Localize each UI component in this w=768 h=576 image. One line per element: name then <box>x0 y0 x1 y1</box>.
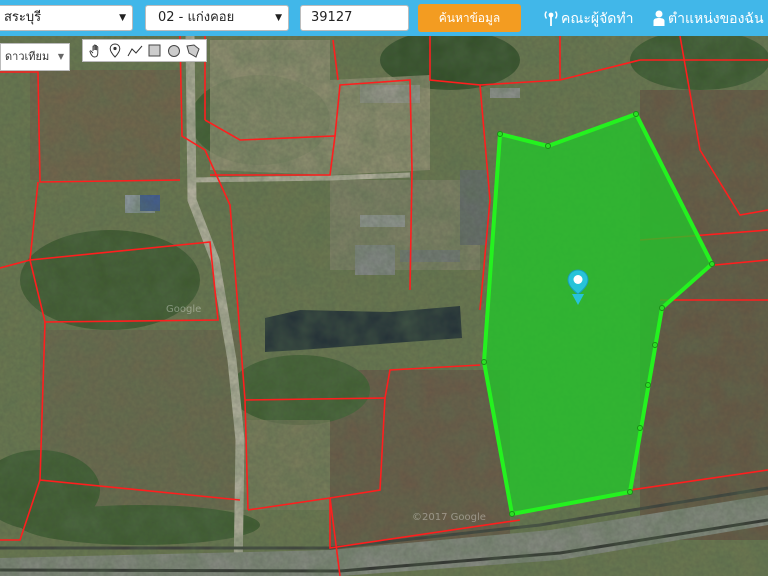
deed-number-input[interactable]: 39127 <box>300 5 409 31</box>
polyline-icon[interactable] <box>127 43 143 59</box>
map-watermark: Google <box>166 304 202 315</box>
app-root: Google ©2017 Google สระบุรี ▼ 02 - แก่งค… <box>0 0 768 576</box>
antenna-icon <box>544 11 558 26</box>
province-select-value: สระบุรี <box>4 10 42 25</box>
developers-link[interactable]: คณะผู้จัดทำ <box>544 8 633 30</box>
province-select[interactable]: สระบุรี ▼ <box>0 5 133 31</box>
deed-number-value: 39127 <box>311 10 353 25</box>
search-button-label: ค้นหาข้อมูล <box>438 11 501 25</box>
developers-link-label: คณะผู้จัดทำ <box>561 11 634 27</box>
search-button[interactable]: ค้นหาข้อมูล <box>418 4 521 32</box>
user-icon <box>653 10 665 26</box>
top-bar: สระบุรี ▼ 02 - แก่งคอย ▼ 39127 ค้นหาข้อม… <box>0 0 768 36</box>
my-location-link[interactable]: ตำแหน่งของฉัน <box>653 8 764 30</box>
my-location-link-label: ตำแหน่งของฉัน <box>668 11 764 27</box>
district-select[interactable]: 02 - แก่งคอย ▼ <box>145 5 289 31</box>
chevron-down-icon: ▼ <box>57 52 64 61</box>
polygon-icon[interactable] <box>185 43 201 59</box>
location-marker-icon[interactable] <box>567 268 589 306</box>
chevron-down-icon: ▼ <box>119 13 126 23</box>
district-select-value: 02 - แก่งคอย <box>158 10 235 25</box>
satellite-map[interactable] <box>0 0 768 576</box>
hand-icon[interactable] <box>88 43 104 59</box>
map-watermark: ©2017 Google <box>412 512 486 523</box>
drawing-toolbar <box>82 39 207 62</box>
circle-icon[interactable] <box>166 43 182 59</box>
marker-icon[interactable] <box>107 43 123 59</box>
map-type-select[interactable]: ดาวเทียม ▼ <box>0 43 70 71</box>
rectangle-icon[interactable] <box>146 43 162 59</box>
map-type-value: ดาวเทียม <box>5 50 50 63</box>
chevron-down-icon: ▼ <box>275 13 282 23</box>
